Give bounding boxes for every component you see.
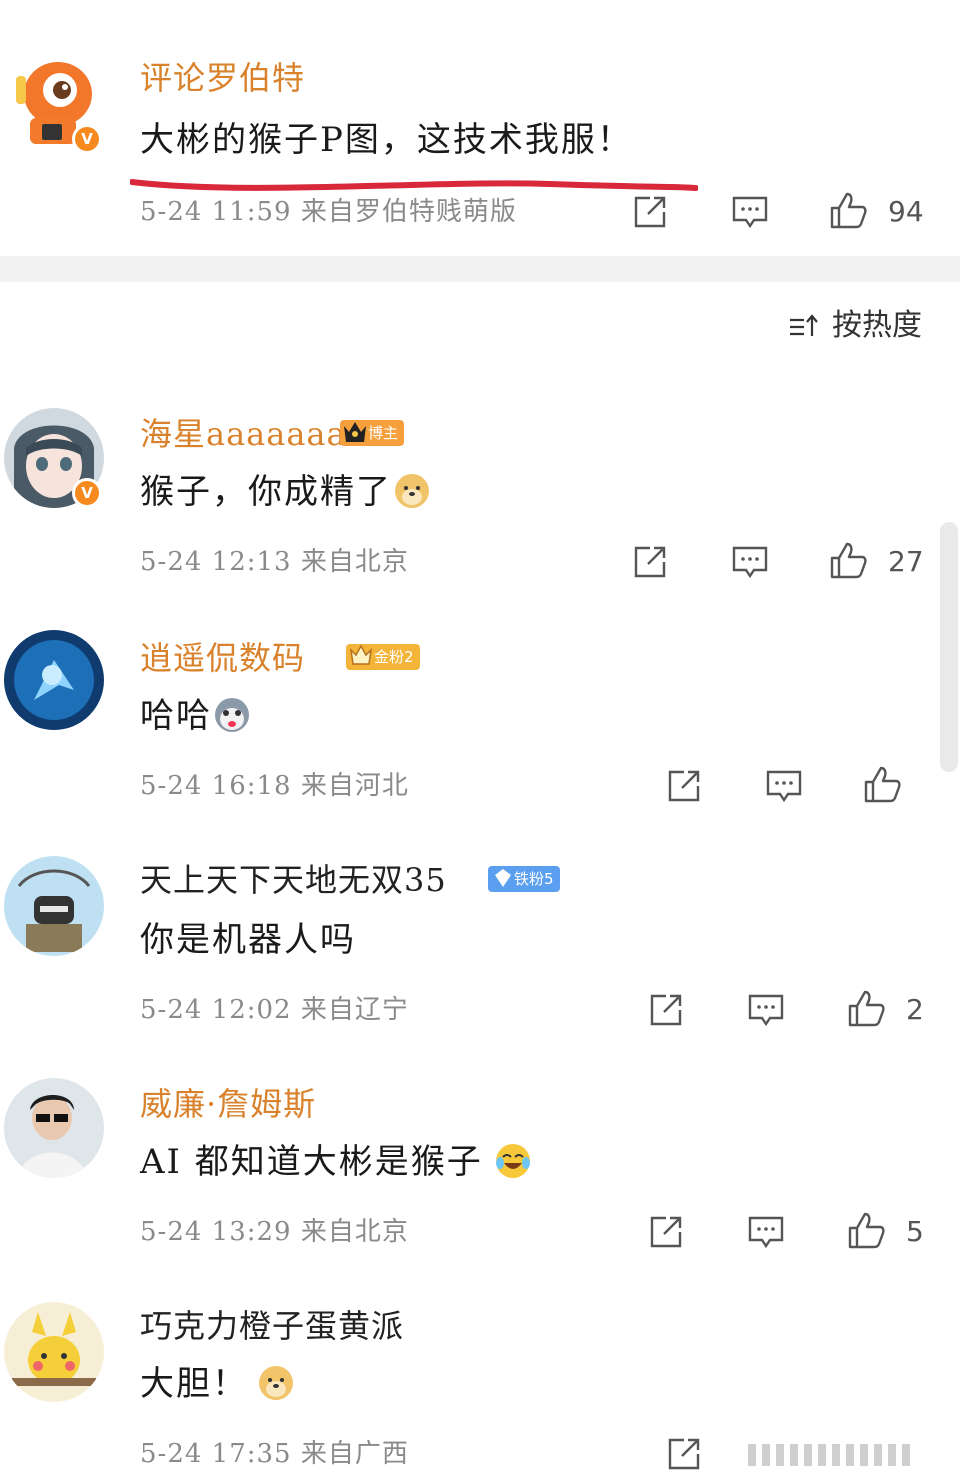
comment-text: 猴子，你成精了 (140, 470, 430, 514)
comment-meta: 5-24 17:35 来自广西 (140, 1439, 409, 1469)
sort-icon[interactable] (788, 312, 818, 342)
comment-text: 大彬的猴子P图，这技术我服！ (140, 120, 633, 160)
author-name[interactable]: 海星aaaaaaa (140, 414, 347, 454)
comment-icon[interactable] (730, 192, 770, 232)
husky-emoji (215, 698, 249, 732)
comment-item: 威廉·詹姆斯 AI 都知道大彬是猴子 5-24 13:29 来自北京 5 (0, 1072, 960, 1272)
share-icon[interactable] (630, 542, 670, 582)
avatar-william[interactable] (4, 1078, 104, 1178)
comment-text: 你是机器人吗 (140, 920, 356, 960)
share-icon[interactable] (664, 1434, 704, 1474)
badge-label: 博主 (368, 424, 399, 442)
tech-avatar-image (4, 630, 104, 730)
badge-label: 金粉2 (374, 648, 414, 666)
comment-text-content: AI 都知道大彬是猴子 (140, 1142, 483, 1182)
crown-icon (344, 422, 366, 442)
like-icon[interactable] (862, 764, 902, 804)
author-name[interactable]: 评论罗伯特 (140, 58, 305, 98)
comment-icon[interactable] (764, 766, 804, 806)
like-icon[interactable] (828, 540, 868, 580)
diamond-icon (495, 869, 511, 887)
avatar-tianshang[interactable] (4, 856, 104, 956)
comment-item: 天上天下天地无双35 铁粉5 你是机器人吗 5-24 12:02 来自辽宁 2 (0, 848, 960, 1048)
doge-emoji (259, 1366, 293, 1400)
share-icon[interactable] (646, 990, 686, 1030)
like-count: 94 (888, 195, 924, 228)
like-count: 2 (906, 993, 924, 1026)
share-icon[interactable] (664, 766, 704, 806)
comment-icon[interactable] (746, 1212, 786, 1252)
blogger-badge: 博主 (340, 420, 405, 446)
laugh-cry-emoji (495, 1144, 530, 1178)
like-icon[interactable] (846, 1210, 886, 1250)
share-icon[interactable] (646, 1212, 686, 1252)
comment-text-content: 大胆！ (140, 1364, 248, 1404)
like-count: 27 (888, 545, 924, 578)
comment-item: V 海星aaaaaaa 博主 猴子，你成精了 5-24 12:13 来自北京 2… (0, 400, 960, 600)
comment-text: 大胆！ (140, 1362, 294, 1406)
comment-meta: 5-24 12:13 来自北京 (140, 547, 409, 577)
like-icon[interactable] (828, 190, 868, 230)
soldier-avatar-image (4, 856, 104, 956)
avatar-xiaoyao[interactable] (4, 630, 104, 730)
author-name[interactable]: 威廉·詹姆斯 (140, 1084, 316, 1124)
section-divider (0, 256, 960, 282)
fan-level-badge: 金粉2 (346, 644, 420, 670)
fan-level-badge: 铁粉5 (488, 866, 560, 892)
badge-label: 铁粉5 (514, 870, 554, 888)
author-name[interactable]: 天上天下天地无双35 (140, 860, 447, 900)
verified-badge-icon: V (72, 478, 102, 508)
comment-meta: 5-24 16:18 来自河北 (140, 771, 409, 801)
pikachu-avatar-image (4, 1302, 104, 1402)
comment-item: 逍遥侃数码 金粉2 哈哈 5-24 16:18 来自河北 (0, 624, 960, 824)
gold-fan-icon (349, 644, 373, 665)
comment-meta: 5-24 11:59 来自罗伯特贱萌版 (140, 197, 517, 227)
person-avatar-image (4, 1078, 104, 1178)
watermark-bars-icon (748, 1444, 910, 1466)
comment-text: 哈哈 (140, 694, 250, 738)
comment-text-content: 猴子，你成精了 (140, 472, 392, 512)
avatar-qiaokeli[interactable] (4, 1302, 104, 1402)
like-count: 5 (906, 1215, 924, 1248)
sort-by-hot-button[interactable]: 按热度 (832, 306, 922, 346)
verified-badge-icon: V (72, 124, 102, 154)
share-icon[interactable] (630, 192, 670, 232)
original-comment: V 评论罗伯特 大彬的猴子P图，这技术我服！ 5-24 11:59 来自罗伯特贱… (0, 0, 960, 256)
comment-text-content: 哈哈 (140, 696, 212, 736)
comment-text: AI 都知道大彬是猴子 (140, 1140, 531, 1184)
author-name[interactable]: 巧克力橙子蛋黄派 (140, 1306, 404, 1346)
scrollbar[interactable] (940, 522, 958, 772)
doge-emoji (395, 474, 429, 508)
comment-icon[interactable] (730, 542, 770, 582)
comment-meta: 5-24 13:29 来自北京 (140, 1217, 409, 1247)
author-name[interactable]: 逍遥侃数码 (140, 638, 305, 678)
comment-meta: 5-24 12:02 来自辽宁 (140, 995, 409, 1025)
comment-icon[interactable] (746, 990, 786, 1030)
like-icon[interactable] (846, 988, 886, 1028)
